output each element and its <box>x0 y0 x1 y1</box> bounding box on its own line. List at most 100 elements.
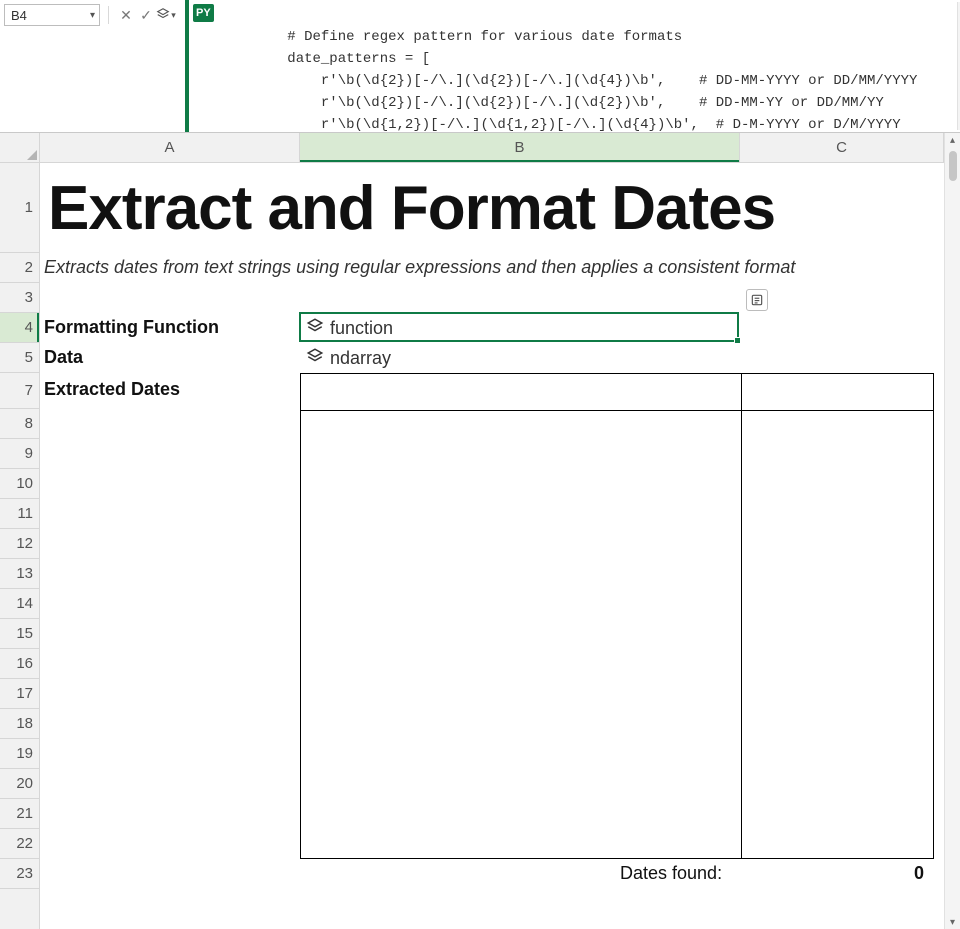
cell-value: ndarray <box>330 348 391 369</box>
row-label: 18 <box>16 715 33 732</box>
row-label: 22 <box>16 835 33 852</box>
card-icon <box>750 293 764 307</box>
scroll-down-arrow-icon[interactable]: ▾ <box>945 915 960 929</box>
enter-button[interactable]: ✓ <box>137 6 155 24</box>
row-label: 13 <box>16 565 33 582</box>
row-label: 1 <box>25 199 33 216</box>
value-dates-found: 0 <box>914 863 924 884</box>
row-label: 5 <box>25 349 33 366</box>
select-all-cell[interactable] <box>0 133 40 163</box>
column-label: A <box>164 139 174 156</box>
row-header[interactable]: 23 <box>0 859 39 889</box>
data-card-button[interactable] <box>746 289 768 311</box>
extracted-dates-region <box>300 373 934 859</box>
code-line: r'\b(\d{2})[-/\.](\d{2})[-/\.](\d{2})\b'… <box>254 95 884 111</box>
row-header[interactable]: 17 <box>0 679 39 709</box>
row-header[interactable]: 10 <box>0 469 39 499</box>
label-extracted-dates: Extracted Dates <box>44 379 180 400</box>
layers-icon <box>306 317 324 340</box>
column-label: B <box>514 139 524 156</box>
cell-value: function <box>330 318 393 339</box>
row-header[interactable]: 16 <box>0 649 39 679</box>
check-icon: ✓ <box>140 7 152 24</box>
row-label: 15 <box>16 625 33 642</box>
row-label: 23 <box>16 865 33 882</box>
row-label: 2 <box>25 259 33 276</box>
cells-area[interactable]: Extract and Format Dates Extracts dates … <box>40 163 944 929</box>
layers-icon <box>306 347 324 370</box>
row-header[interactable]: 8 <box>0 409 39 439</box>
row-headers: 123457891011121314151617181920212223 <box>0 163 40 929</box>
row-header[interactable]: 3 <box>0 283 39 313</box>
row-header[interactable]: 11 <box>0 499 39 529</box>
row-header[interactable]: 19 <box>0 739 39 769</box>
cell-b5-object[interactable]: ndarray <box>306 347 391 370</box>
column-header-a[interactable]: A <box>40 133 300 162</box>
row-header[interactable]: 1 <box>0 163 39 253</box>
name-box-area: B4 ▾ ✕ ✓ ▾ <box>0 0 179 30</box>
page-title: Extract and Format Dates <box>48 173 775 244</box>
region-divider-v <box>741 374 742 858</box>
vertical-scrollbar[interactable]: ▴ ▾ <box>944 133 960 929</box>
close-icon: ✕ <box>120 7 132 24</box>
row-label: 17 <box>16 685 33 702</box>
row-label: 4 <box>25 319 33 336</box>
row-label: 3 <box>25 289 33 306</box>
row-header[interactable]: 20 <box>0 769 39 799</box>
python-output-button[interactable]: ▾ <box>157 6 175 24</box>
grid: A B C 1234578910111213141516171819202122… <box>0 133 960 929</box>
row-header[interactable]: 14 <box>0 589 39 619</box>
scroll-thumb[interactable] <box>949 151 957 181</box>
row-label: 12 <box>16 535 33 552</box>
row-header[interactable]: 4 <box>0 313 39 343</box>
code-line: # Define regex pattern for various date … <box>254 29 682 45</box>
row-label: 16 <box>16 655 33 672</box>
cell-b4-object[interactable]: function <box>306 317 393 340</box>
label-formatting-function: Formatting Function <box>44 317 219 338</box>
code-line: date_patterns = [ <box>254 51 430 67</box>
code-line: r'\b(\d{2})[-/\.](\d{2})[-/\.](\d{4})\b'… <box>254 73 918 89</box>
row-header[interactable]: 12 <box>0 529 39 559</box>
row-header[interactable]: 22 <box>0 829 39 859</box>
name-box[interactable]: B4 ▾ <box>4 4 100 26</box>
row-label: 10 <box>16 475 33 492</box>
row-label: 21 <box>16 805 33 822</box>
page-subtitle: Extracts dates from text strings using r… <box>44 257 795 278</box>
row-header[interactable]: 9 <box>0 439 39 469</box>
row-label: 14 <box>16 595 33 612</box>
row-label: 8 <box>25 415 33 432</box>
chevron-down-icon: ▾ <box>171 10 176 21</box>
chevron-down-icon: ▾ <box>90 10 95 21</box>
row-header[interactable]: 18 <box>0 709 39 739</box>
scroll-up-arrow-icon[interactable]: ▴ <box>945 133 960 147</box>
row-label: 11 <box>17 505 33 522</box>
divider <box>108 6 109 24</box>
formula-bar-buttons: ✕ ✓ ▾ <box>117 4 175 26</box>
row-header[interactable]: 13 <box>0 559 39 589</box>
formula-editor-wrap: PY # Define regex pattern for various da… <box>185 0 960 132</box>
row-header[interactable]: 2 <box>0 253 39 283</box>
row-header[interactable]: 15 <box>0 619 39 649</box>
label-data: Data <box>44 347 83 368</box>
row-header[interactable]: 21 <box>0 799 39 829</box>
layers-icon <box>156 7 170 24</box>
row-header[interactable]: 5 <box>0 343 39 373</box>
row-label: 7 <box>25 382 33 399</box>
row-header[interactable]: 7 <box>0 373 39 409</box>
region-divider-h <box>301 410 933 411</box>
row-label: 19 <box>16 745 33 762</box>
row-label: 20 <box>16 775 33 792</box>
cancel-button[interactable]: ✕ <box>117 6 135 24</box>
python-badge: PY <box>193 4 214 22</box>
column-label: C <box>836 139 847 156</box>
selection-handle[interactable] <box>734 337 741 344</box>
row-label: 9 <box>25 445 33 462</box>
formula-bar: B4 ▾ ✕ ✓ ▾ PY # Define regex patter <box>0 0 960 133</box>
column-headers: A B C <box>40 133 944 163</box>
label-dates-found: Dates found: <box>620 863 722 884</box>
code-line: r'\b(\d{1,2})[-/\.](\d{1,2})[-/\.](\d{4}… <box>254 117 901 132</box>
formula-editor[interactable]: # Define regex pattern for various date … <box>214 0 960 132</box>
column-header-b[interactable]: B <box>300 133 740 162</box>
column-header-c[interactable]: C <box>740 133 944 162</box>
name-box-value: B4 <box>11 8 27 23</box>
